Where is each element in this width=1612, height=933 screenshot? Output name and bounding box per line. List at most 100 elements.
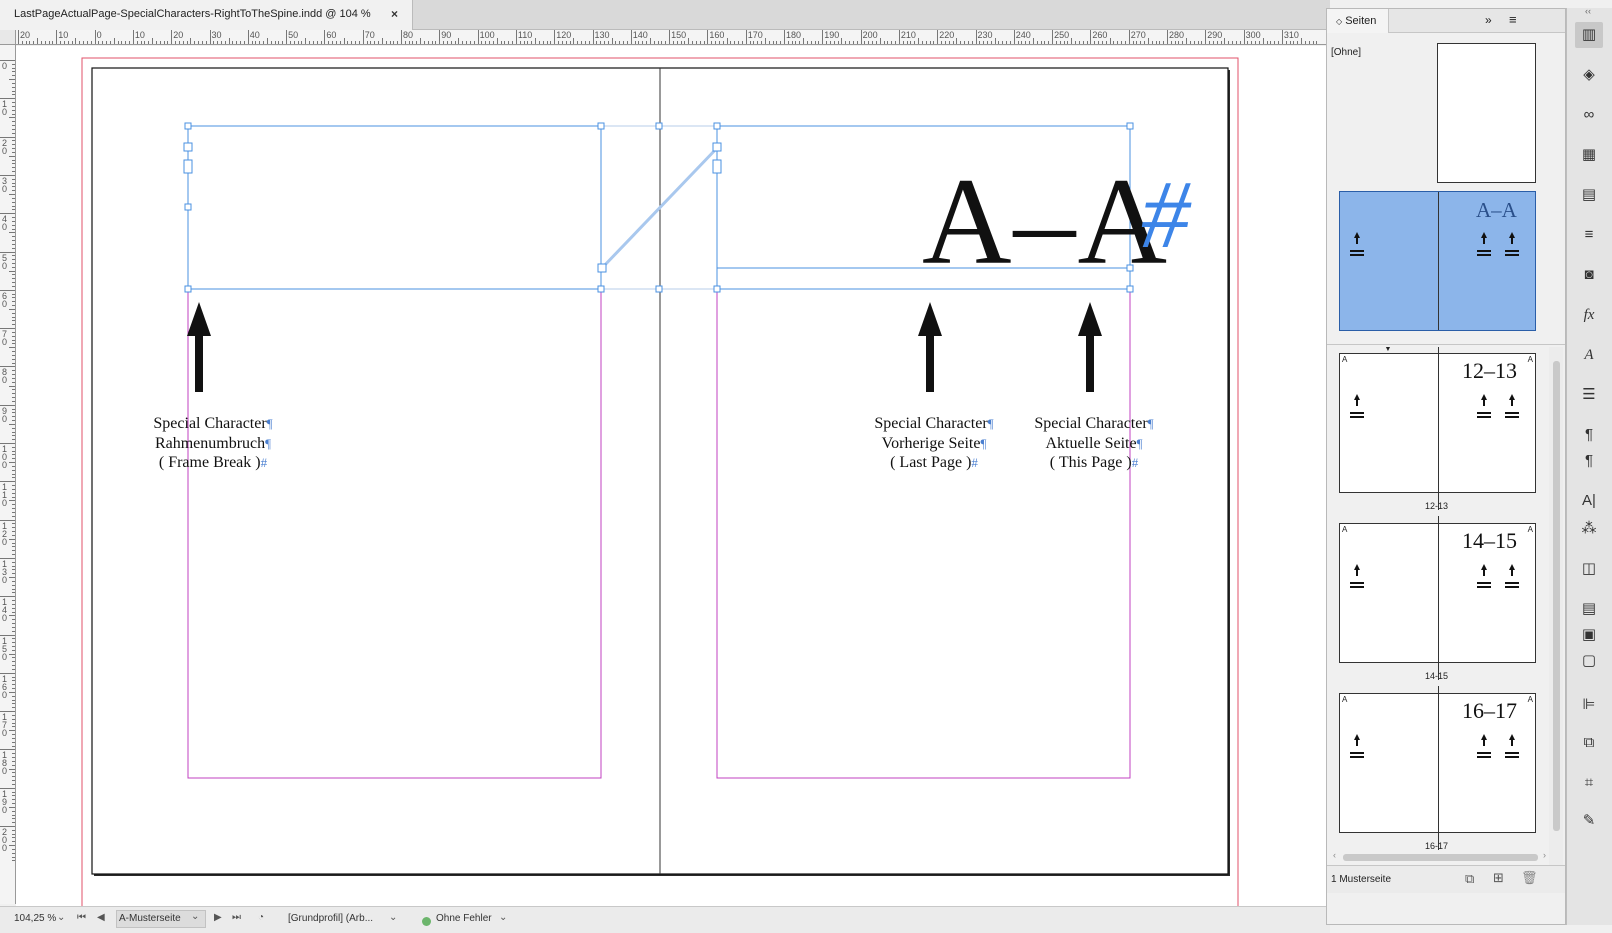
ruler-minor-tick (152, 38, 154, 44)
scroll-thumb[interactable] (1553, 361, 1560, 831)
panel-header: ◇ Seiten » ≡ (1327, 9, 1565, 33)
pages-vertical-scrollbar[interactable] (1549, 347, 1563, 865)
ruler-minor-tick (347, 41, 349, 44)
swatches-icon[interactable]: ▦ (1575, 142, 1603, 168)
paragraph-styles-icon[interactable]: ¶ (1575, 422, 1603, 448)
paragraph-styles-2-icon[interactable]: ¶ (1575, 448, 1603, 474)
open-page-icon[interactable]: ◔ (258, 912, 264, 923)
horizontal-ruler[interactable]: 20 10 0 10 20 30 40 50 60 70 80 90 100 110 120 130 140 15… (16, 30, 1330, 45)
spread-thumbnail[interactable]: A A 16–17 (1339, 686, 1536, 850)
ruler-minor-tick (75, 38, 77, 44)
next-page-icon[interactable]: ▶ (214, 912, 222, 923)
vertical-ruler[interactable]: 0 1 0 2 0 3 0 4 0 5 0 6 0 7 0 8 0 9 0 1 0 0 1 1 0 1 … (0, 30, 16, 904)
ruler-minor-tick (527, 41, 529, 44)
ruler-label: 50 (288, 30, 299, 40)
links-icon[interactable]: ∞ (1575, 102, 1603, 128)
ruler-minor-tick (450, 41, 452, 44)
ruler-minor-tick (1040, 41, 1042, 44)
ruler-minor-tick (906, 41, 908, 44)
ruler-minor-tick (485, 41, 487, 44)
preflight-status[interactable]: Ohne Fehler (436, 913, 492, 924)
page-selector[interactable]: A-Musterseite ⌄ (116, 910, 206, 928)
first-page-icon[interactable]: ⏮ (77, 912, 86, 923)
ruler-origin[interactable] (0, 30, 16, 45)
effects-icon[interactable]: fx (1575, 302, 1603, 328)
panel-footer: 1 Musterseite ⧉ ⊞ 🗑 (1327, 865, 1565, 893)
profile-dropdown-icon[interactable]: ⌄ (389, 912, 397, 923)
ruler-minor-tick (489, 41, 491, 44)
delete-page-icon[interactable]: 🗑 (1521, 870, 1538, 886)
table-styles-icon[interactable]: ▣ (1575, 622, 1603, 648)
text-wrap-icon[interactable]: ◫ (1575, 556, 1603, 582)
table-icon[interactable]: ▤ (1575, 596, 1603, 622)
layers-icon[interactable]: ◈ (1575, 62, 1603, 88)
ruler-minor-tick (33, 41, 35, 44)
label-this-page: Special Character¶ Aktuelle Seite¶ ( Thi… (1034, 415, 1154, 471)
ruler-minor-tick (772, 41, 774, 44)
master-a-thumbnail[interactable]: A–A (1339, 191, 1536, 331)
expand-panels-icon[interactable]: ‹‹ (1585, 6, 1591, 16)
ruler-minor-tick (500, 41, 502, 44)
ruler-minor-tick (1178, 41, 1180, 44)
ruler-label: 1 6 0 (2, 673, 8, 700)
spread-caption: 14-15 (1425, 671, 1449, 681)
preflight-profile[interactable]: [Grundprofil] (Arb... (288, 913, 373, 924)
close-tab-icon[interactable]: × (391, 7, 398, 21)
ruler-label: 200 (862, 30, 878, 40)
preflight-dropdown-icon[interactable]: ⌄ (499, 912, 507, 923)
spread-caption: 12-13 (1425, 501, 1449, 511)
ruler-label: 250 (1054, 30, 1070, 40)
character-styles-icon[interactable]: A (1575, 342, 1603, 368)
pages-icon[interactable]: ▥ (1575, 22, 1603, 48)
scroll-left-icon[interactable]: ‹ (1333, 850, 1336, 860)
edit-page-size-icon[interactable]: ⧉ (1465, 871, 1474, 887)
ruler-minor-tick (125, 41, 127, 44)
spread-thumbnail[interactable]: A A 14–15 (1339, 516, 1536, 680)
ruler-minor-tick (71, 41, 73, 44)
ruler-minor-tick (9, 691, 15, 693)
ruler-minor-tick (646, 41, 648, 44)
document-canvas[interactable]: A–A # Special Character¶ Rahmenumbruch¶ … (16, 46, 1330, 906)
zoom-dropdown-icon[interactable]: ⌄ (57, 912, 65, 923)
pages-horizontal-scrollbar[interactable]: ‹ › (1333, 850, 1553, 863)
new-page-icon[interactable]: ⊞ (1493, 870, 1504, 886)
tab-pages[interactable]: ◇ Seiten (1327, 9, 1389, 33)
ruler-minor-tick (217, 41, 219, 44)
previous-page-icon[interactable]: ◀ (97, 912, 105, 923)
character-icon[interactable]: A| (1575, 488, 1603, 514)
master-mark: A (1527, 355, 1533, 364)
last-page-icon[interactable]: ⏭ (232, 912, 241, 923)
zoom-field[interactable]: 104,25 % (14, 913, 56, 924)
paragraph-icon[interactable]: ☰ (1575, 382, 1603, 408)
scroll-thumb[interactable] (1343, 854, 1538, 861)
ruler-minor-tick (550, 41, 552, 44)
ruler-minor-tick (1009, 41, 1011, 44)
stroke-icon[interactable]: ≡ (1575, 222, 1603, 248)
spread-thumbnail[interactable]: A A 12–13 (1339, 347, 1536, 510)
cell-styles-icon[interactable]: ▢ (1575, 648, 1603, 674)
scroll-right-icon[interactable]: › (1543, 850, 1546, 860)
gradient-icon[interactable]: ▤ (1575, 182, 1603, 208)
none-master-label[interactable]: [Ohne] (1331, 47, 1361, 58)
transform-icon[interactable]: ⌗ (1575, 770, 1603, 796)
ruler-minor-tick (48, 41, 50, 44)
align-icon[interactable]: ⊫ (1575, 692, 1603, 718)
ruler-minor-tick (504, 41, 506, 44)
cc-libraries-icon[interactable]: ◙ (1575, 262, 1603, 288)
edit-icon[interactable]: ✎ (1575, 808, 1603, 834)
document-tab[interactable]: LastPageActualPage-SpecialCharacters-Rig… (0, 0, 413, 30)
glyphs-icon[interactable]: ⁂ (1575, 516, 1603, 542)
ruler-minor-tick (818, 41, 820, 44)
ruler-minor-tick (868, 41, 870, 44)
ruler-label: 1 1 0 (2, 482, 8, 509)
ruler-minor-tick (385, 41, 387, 44)
panel-menu-icon[interactable]: ≡ (1509, 12, 1517, 27)
ruler-minor-tick (741, 41, 743, 44)
none-master-thumbnail[interactable] (1437, 43, 1536, 183)
document-pages-section[interactable]: ▼ A A 12–13 12-13 A A 14–15 14-15 A A 16… (1327, 347, 1549, 865)
ruler-minor-tick (1048, 41, 1050, 44)
pathfinder-icon[interactable]: ⧉ (1575, 730, 1603, 756)
ruler-minor-tick (117, 41, 119, 44)
ruler-minor-tick (9, 423, 15, 425)
panel-collapse-icon[interactable]: » (1485, 13, 1492, 27)
